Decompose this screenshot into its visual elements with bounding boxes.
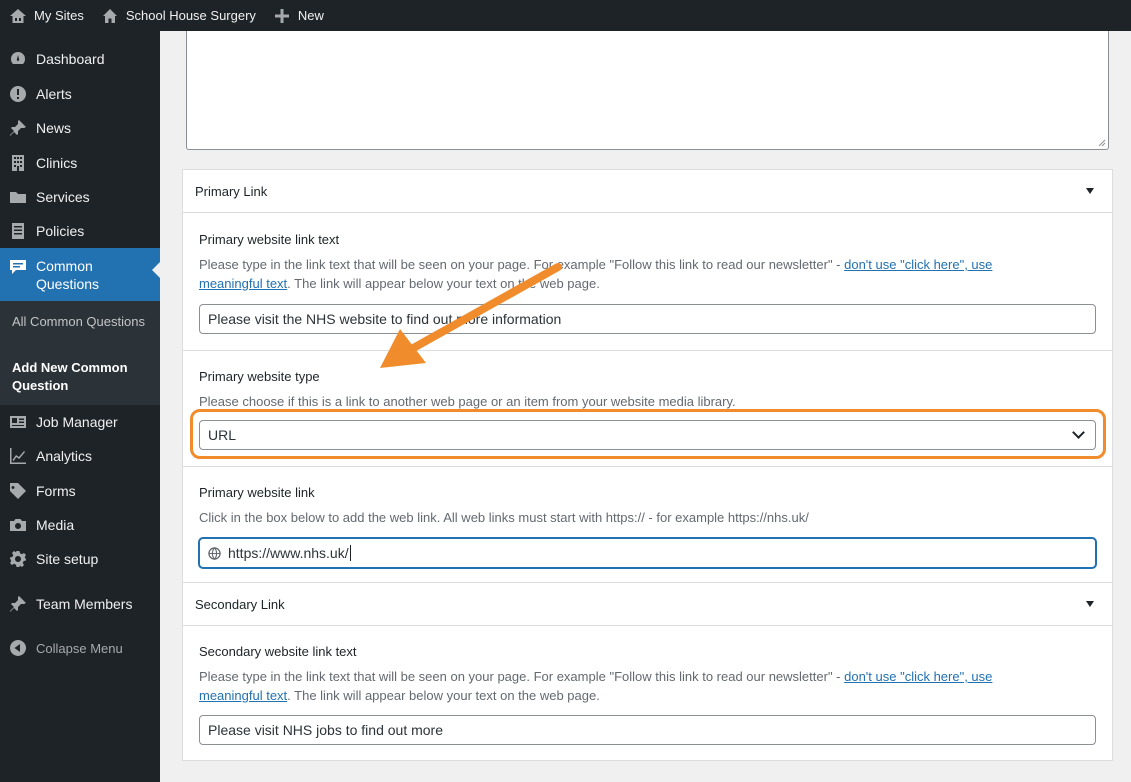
primary-link-header[interactable]: Primary Link <box>183 170 1112 213</box>
sidebar-item-label: Services <box>36 189 90 205</box>
pin-icon <box>0 595 36 613</box>
admin-bar: My Sites School House Surgery New <box>0 0 1131 31</box>
sidebar-item-label: Dashboard <box>36 51 105 67</box>
common-questions-submenu: All Common Questions Add New Common Ques… <box>0 301 160 405</box>
new-content-link[interactable]: New <box>264 0 332 31</box>
sidebar-item-label: Policies <box>36 223 85 239</box>
primary-link-text-input[interactable]: Please visit the NHS website to find out… <box>199 304 1096 334</box>
submenu-all-common-questions[interactable]: All Common Questions <box>12 313 152 331</box>
collapse-menu-button[interactable]: Collapse Menu <box>0 637 160 659</box>
sidebar-item-services[interactable]: Services <box>0 185 160 209</box>
sidebar-item-label: Team Members <box>36 596 133 612</box>
my-sites-link[interactable]: My Sites <box>0 0 92 31</box>
sites-icon <box>8 6 28 26</box>
submenu-add-new-common-question[interactable]: Add New Common Question <box>12 359 152 395</box>
secondary-link-header[interactable]: Secondary Link <box>183 583 1112 626</box>
sidebar-item-news[interactable]: News <box>0 116 160 140</box>
folder-icon <box>0 189 36 205</box>
collapse-caret-icon[interactable] <box>1086 188 1094 194</box>
primary-website-link-input[interactable]: https://www.nhs.uk/ <box>199 538 1096 568</box>
sidebar-item-team-members[interactable]: Team Members <box>0 592 160 616</box>
resize-grip-icon[interactable] <box>1098 139 1106 147</box>
collapse-arrow-icon <box>0 640 36 656</box>
sidebar-item-site-setup[interactable]: Site setup <box>0 547 160 571</box>
secondary-link-panel: Secondary Link Secondary website link te… <box>182 583 1113 761</box>
primary-website-link-label: Primary website link <box>199 485 315 500</box>
camera-icon <box>0 517 36 533</box>
primary-link-text-description: Please type in the link text that will b… <box>199 257 993 291</box>
primary-link-panel: Primary Link Primary website link text P… <box>182 169 1113 583</box>
sidebar-item-common-questions[interactable]: Common Questions <box>0 248 160 301</box>
secondary-link-text-description: Please type in the link text that will b… <box>199 669 993 703</box>
highlight-box <box>190 409 1106 459</box>
sidebar-item-label: Site setup <box>36 551 99 567</box>
document-icon <box>0 222 36 240</box>
sidebar-item-label: Clinics <box>36 155 78 171</box>
tag-icon <box>0 482 36 500</box>
secondary-link-text-field: Secondary website link text Please type … <box>183 627 1112 761</box>
secondary-link-text-input[interactable]: Please visit NHS jobs to find out more <box>199 715 1096 745</box>
site-name-link[interactable]: School House Surgery <box>92 0 264 31</box>
sidebar-item-label: Common Questions <box>36 258 100 292</box>
plus-icon <box>272 6 292 26</box>
sidebar-item-label: Media <box>36 517 75 533</box>
sidebar-item-policies[interactable]: Policies <box>0 219 160 243</box>
sidebar-item-analytics[interactable]: Analytics <box>0 444 160 468</box>
sidebar-item-media[interactable]: Media <box>0 513 160 537</box>
building-icon <box>0 154 36 172</box>
sidebar-item-alerts[interactable]: Alerts <box>0 82 160 106</box>
primary-website-link-description: Click in the box below to add the web li… <box>199 510 809 525</box>
gear-icon <box>0 550 36 568</box>
pin-icon <box>0 119 36 137</box>
new-label: New <box>297 8 324 23</box>
sidebar-item-label: Alerts <box>36 86 72 102</box>
admin-sidebar: Dashboard Alerts News Clinics Services P… <box>0 31 160 782</box>
home-icon <box>100 6 120 26</box>
sidebar-item-clinics[interactable]: Clinics <box>0 151 160 175</box>
sidebar-item-dashboard[interactable]: Dashboard <box>0 47 160 71</box>
collapse-menu-label: Collapse Menu <box>36 640 123 656</box>
dashboard-icon <box>0 50 36 68</box>
id-card-icon <box>0 415 36 429</box>
orange-arrow-icon <box>380 263 562 368</box>
comment-icon <box>0 259 36 275</box>
primary-link-text-label: Primary website link text <box>199 232 340 247</box>
alert-icon <box>0 85 36 103</box>
primary-link-heading: Primary Link <box>195 183 268 199</box>
sidebar-item-forms[interactable]: Forms <box>0 479 160 503</box>
my-sites-label: My Sites <box>34 8 84 23</box>
secondary-link-heading: Secondary Link <box>195 596 285 612</box>
text-cursor <box>349 545 351 561</box>
primary-website-link-field: Primary website link Click in the box be… <box>183 466 1112 582</box>
site-name-label: School House Surgery <box>125 8 256 23</box>
primary-website-type-label: Primary website type <box>199 369 320 384</box>
sidebar-item-label: Analytics <box>36 448 93 464</box>
sidebar-item-job-manager[interactable]: Job Manager <box>0 410 160 434</box>
sidebar-item-label: Forms <box>36 483 76 499</box>
chart-icon <box>0 447 36 465</box>
content-textarea[interactable] <box>186 31 1109 150</box>
secondary-link-text-label: Secondary website link text <box>199 644 357 659</box>
primary-link-text-field: Primary website link text Please type in… <box>183 214 1112 350</box>
collapse-caret-icon[interactable] <box>1086 601 1094 607</box>
sidebar-item-label: News <box>36 120 72 136</box>
globe-icon <box>208 546 221 560</box>
sidebar-item-label: Job Manager <box>36 414 118 430</box>
